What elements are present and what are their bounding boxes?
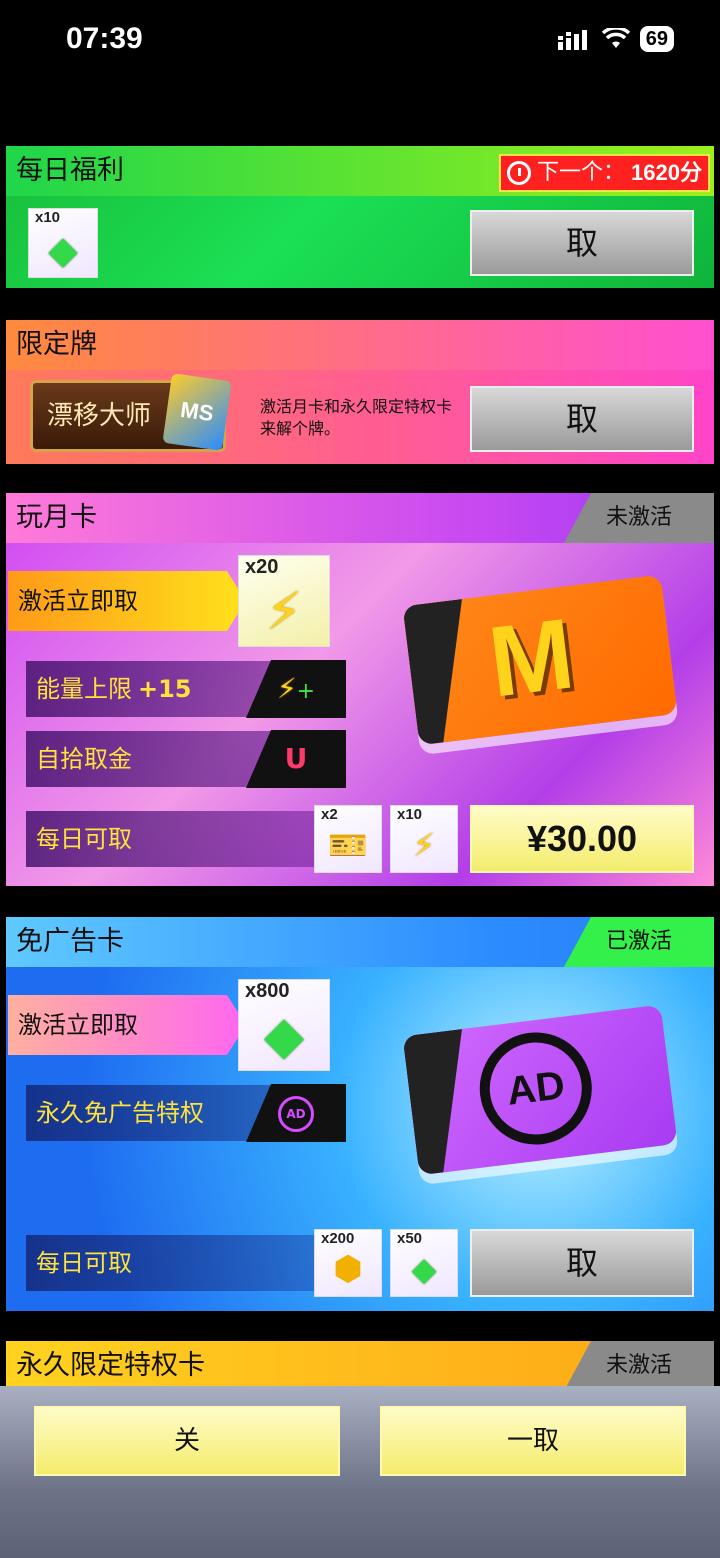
month-daily-lightning-item[interactable]: x10 ⚡: [390, 805, 458, 873]
item-qty: x50: [397, 1230, 423, 1247]
perk-auto-collect-label: 自拾取金: [36, 745, 132, 773]
m-letter-icon: M: [483, 597, 580, 719]
lightning-icon: ⚡: [265, 582, 303, 642]
perk-energy-value: +15: [138, 675, 192, 703]
status-bar: 07:39 69: [0, 0, 720, 90]
limited-card-title: 限定牌: [16, 329, 97, 360]
month-card-header: 玩月卡 未激活: [6, 493, 714, 543]
month-daily-claim-row: 每日可取: [26, 811, 316, 867]
item-qty: x20: [245, 556, 279, 578]
noad-claim-button[interactable]: 取: [470, 1229, 694, 1297]
daily-welfare-header: 每日福利 下一个： 1620分: [6, 146, 714, 196]
battery-indicator: 69: [639, 26, 674, 52]
clock-time: 07:39: [66, 22, 143, 55]
close-button[interactable]: 关: [34, 1406, 340, 1476]
green-gem-icon: ◆: [411, 1250, 437, 1288]
item-qty: x800: [245, 980, 290, 1002]
noad-activate-label: 激活立即取: [8, 995, 246, 1055]
drift-master-logo-text: 漂移大师: [47, 401, 152, 431]
bottom-action-bar: 关 一取: [0, 1386, 720, 1558]
noad-card-header: 免广告卡 已激活: [6, 917, 714, 967]
limited-card-description: 激活月卡和永久限定特权卡来解个牌。: [260, 397, 453, 438]
gold-coin-icon: ⬢: [333, 1249, 363, 1289]
permanent-card-panel: 永久限定特权卡 未激活: [6, 1341, 714, 1391]
green-gem-icon: ◆: [48, 228, 78, 272]
lightning-icon: ⚡: [412, 826, 436, 864]
permanent-card-title: 永久限定特权卡: [16, 1350, 205, 1381]
daily-reward-item[interactable]: x10 ◆: [28, 208, 98, 278]
item-qty: x200: [321, 1230, 355, 1247]
month-card-buy-button[interactable]: ¥30.00: [470, 805, 694, 873]
wifi-icon: [601, 28, 630, 48]
month-card-title: 玩月卡: [16, 502, 97, 533]
limited-claim-button[interactable]: 取: [470, 386, 694, 452]
timer-label: 下一个：: [537, 160, 626, 185]
limited-card-body: 漂移大师 MS 激活月卡和永久限定特权卡来解个牌。 取: [6, 370, 714, 464]
limited-card-panel: 限定牌 漂移大师 MS 激活月卡和永久限定特权卡来解个牌。 取: [6, 320, 714, 464]
daily-welfare-body: x10 ◆ 取: [6, 196, 714, 288]
noad-daily-gem-item[interactable]: x50 ◆: [390, 1229, 458, 1297]
item-qty: x10: [35, 209, 61, 226]
noad-card-status-badge: 已激活: [564, 917, 714, 967]
month-activate-label: 激活立即取: [8, 571, 246, 631]
next-timer-badge: 下一个： 1620分: [499, 154, 710, 192]
status-icons: 69: [557, 26, 674, 52]
item-qty: x2: [321, 806, 338, 823]
perk-noad-label: 永久免广告特权: [36, 1099, 204, 1127]
daily-welfare-panel: 每日福利 下一个： 1620分 x10 ◆ 取: [6, 146, 714, 288]
noad-daily-label: 每日可取: [36, 1249, 132, 1277]
limited-card-header: 限定牌: [6, 320, 714, 370]
no-ad-large-icon: AD: [473, 1026, 599, 1151]
clock-icon: [507, 161, 532, 185]
ms-badge-icon: MS: [162, 373, 232, 451]
item-qty: x10: [397, 806, 423, 823]
signal-bars-icon: [557, 30, 587, 50]
permanent-card-status-badge: 未激活: [564, 1341, 714, 1391]
green-gem-icon: ◆: [264, 1006, 304, 1066]
noad-card-title: 免广告卡: [16, 926, 124, 957]
ticket-icon: 🎫: [328, 826, 368, 864]
drift-master-logo: 漂移大师 MS: [30, 373, 232, 452]
perk-energy-label: 能量上限: [36, 675, 132, 703]
month-daily-ticket-item[interactable]: x2 🎫: [314, 805, 382, 873]
month-card-status-badge: 未激活: [564, 493, 714, 543]
month-daily-label: 每日可取: [36, 825, 132, 853]
timer-value: 1620分: [631, 160, 702, 185]
noad-daily-coin-item[interactable]: x200 ⬢: [314, 1229, 382, 1297]
daily-claim-button[interactable]: 取: [470, 210, 694, 276]
claim-all-button[interactable]: 一取: [380, 1406, 686, 1476]
noad-activate-reward-item[interactable]: x800 ◆: [238, 979, 330, 1071]
month-activate-reward-item[interactable]: x20 ⚡: [238, 555, 330, 647]
permanent-card-header: 永久限定特权卡 未激活: [6, 1341, 714, 1391]
noad-daily-claim-row: 每日可取: [26, 1235, 316, 1291]
daily-welfare-title: 每日福利: [16, 155, 124, 186]
